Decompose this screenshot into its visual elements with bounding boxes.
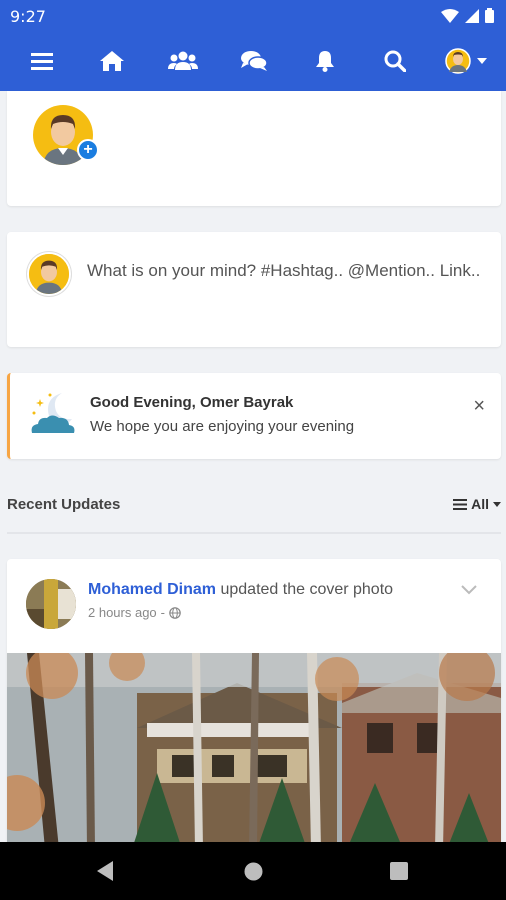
messages-icon[interactable]: [238, 47, 270, 75]
meta-separator: -: [160, 605, 166, 620]
status-time: 9:27: [10, 7, 46, 26]
cover-photo[interactable]: [7, 653, 501, 849]
composer-avatar: [27, 252, 71, 296]
globe-icon: [169, 606, 181, 619]
post-card: Mohamed Dinam updated the cover photo 2 …: [7, 559, 501, 849]
post-time[interactable]: 2 hours ago: [88, 605, 157, 620]
profile-card: +: [7, 91, 501, 206]
system-nav-bar: [0, 842, 506, 900]
post-action: updated the cover photo: [220, 581, 394, 598]
battery-icon: [485, 8, 494, 23]
home-icon[interactable]: [96, 47, 128, 75]
greeting-subtitle: We hope you are enjoying your evening: [90, 418, 355, 435]
close-icon[interactable]: ×: [473, 396, 485, 416]
divider: [7, 532, 501, 534]
notifications-icon[interactable]: [309, 47, 341, 75]
search-icon[interactable]: [379, 47, 411, 75]
composer-placeholder[interactable]: What is on your mind? #Hashtag.. @Mentio…: [87, 256, 482, 285]
profile-menu-button[interactable]: [442, 47, 490, 75]
friends-icon[interactable]: [167, 47, 199, 75]
signal-icon: [465, 8, 479, 23]
post-header: Mohamed Dinam updated the cover photo: [88, 581, 393, 599]
greeting-title: Good Evening, Omer Bayrak: [90, 394, 294, 411]
top-nav: [0, 33, 506, 91]
filter-label: All: [471, 496, 489, 512]
menu-icon[interactable]: [26, 47, 58, 75]
add-photo-button[interactable]: +: [77, 139, 99, 161]
back-icon[interactable]: [95, 860, 115, 882]
filter-dropdown[interactable]: All: [453, 496, 501, 512]
post-options-chevron-icon[interactable]: [461, 585, 477, 595]
post-author-avatar[interactable]: [26, 579, 76, 629]
plus-icon: +: [83, 141, 93, 158]
status-bar: 9:27: [0, 0, 506, 33]
moon-cloud-icon: [31, 393, 75, 433]
post-author-link[interactable]: Mohamed Dinam: [88, 581, 216, 598]
list-icon: [453, 498, 468, 510]
post-meta: 2 hours ago -: [88, 605, 181, 620]
chevron-down-icon: [477, 58, 487, 64]
section-title: Recent Updates: [7, 496, 121, 513]
home-circle-icon[interactable]: [244, 862, 263, 881]
wifi-icon: [441, 8, 459, 23]
chevron-down-icon: [493, 501, 501, 507]
post-composer[interactable]: What is on your mind? #Hashtag.. @Mentio…: [7, 232, 501, 347]
greeting-card: Good Evening, Omer Bayrak We hope you ar…: [7, 373, 501, 459]
profile-avatar: [445, 48, 471, 74]
recents-icon[interactable]: [390, 862, 408, 880]
